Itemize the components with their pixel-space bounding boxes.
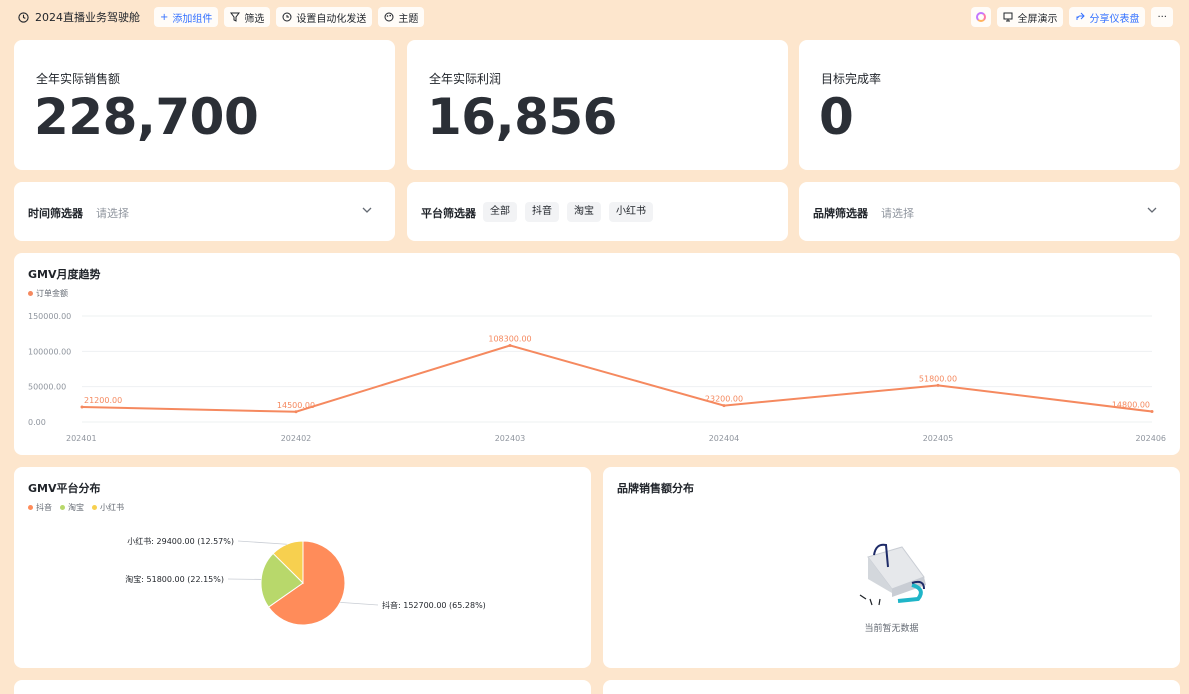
gmv-trend-card: GMV月度趋势 订单金额 0.00 50000.00 100000.00 150000… [14,253,1180,455]
time-filter-select[interactable]: 请选择 [96,205,129,221]
y-tick-label: 50000.00 [28,383,66,392]
filter-button[interactable]: 筛选 [224,7,271,27]
data-point [294,410,298,414]
empty-box-illustration [859,543,926,606]
y-tick-label: 100000.00 [28,347,71,356]
add-widget-button[interactable]: + 添加组件 [154,7,219,27]
kpi-label: 目标完成率 [821,72,882,86]
kpi-label: 全年实际利润 [429,72,502,86]
slice-label: 淘宝: 51800.00 (22.15%) [125,574,224,584]
brand-sales-card: 品牌销售额分布 当前暂无数据 [603,467,1180,668]
kpi-value: 0 [819,88,854,146]
data-label: 14800.00 [1112,401,1150,410]
brand-filter-select[interactable]: 请选择 [881,205,914,221]
data-point [936,383,940,387]
pie-chart: 抖音: 152700.00 (65.28%) 淘宝: 51800.00 (22.1… [125,536,486,626]
fullscreen-button[interactable]: 全屏演示 [997,7,1064,27]
top-toolbar: 2024直播业务驾驶舱 + 添加组件 筛选 设置自动化发送 主题 全屏演示 分享… [0,0,1189,34]
automation-icon [282,12,292,22]
x-tick-label: 202402 [281,434,312,443]
plus-icon: + [160,11,169,23]
automation-label: 设置自动化发送 [296,13,367,25]
share-icon [1076,12,1086,20]
platform-chip-all[interactable]: 全部 [483,202,517,222]
dashboard-title-text: 2024直播业务驾驶舱 [35,11,140,24]
data-label: 108300.00 [488,334,531,343]
label-leader-line [340,602,379,606]
more-icon: ··· [1157,11,1167,23]
brand-filter-card: 品牌筛选器 请选择 [799,182,1180,241]
kpi-card-sales: 全年实际销售额 228,700 [14,40,395,170]
palette-icon [384,12,394,22]
y-tick-label: 150000.00 [28,312,71,321]
chevron-down-icon[interactable] [361,204,373,216]
x-tick-label: 202403 [495,434,526,443]
share-label: 分享仪表盘 [1089,13,1140,25]
platform-chip-douyin[interactable]: 抖音 [525,202,559,222]
share-dashboard-button[interactable]: 分享仪表盘 [1069,7,1146,27]
presentation-icon [1003,12,1013,22]
x-tick-label: 202401 [66,434,97,443]
slice-label: 小红书: 29400.00 (12.57%) [127,536,234,546]
label-leader-line [237,540,287,545]
x-tick-label: 202405 [923,434,954,443]
dashboard-title: 2024直播业务驾驶舱 [18,9,140,25]
clock-icon [18,11,29,23]
line-chart: 0.00 50000.00 100000.00 150000.00 202401 2024… [28,312,1166,443]
kpi-value: 16,856 [427,88,617,146]
y-tick-label: 0.00 [28,418,46,427]
time-filter-label: 时间筛选器 [28,207,83,220]
bottom-card-right [603,680,1180,694]
data-point [1150,410,1154,414]
data-label: 21200.00 [84,396,122,405]
add-widget-label: 添加组件 [172,13,213,25]
platform-chip-group: 全部 抖音 淘宝 小红书 [483,202,653,222]
platform-filter-label: 平台筛选器 [421,207,476,220]
time-filter-card: 时间筛选器 请选择 [14,182,395,241]
automation-button[interactable]: 设置自动化发送 [276,7,373,27]
empty-state-text: 当前暂无数据 [864,624,919,634]
data-label: 51800.00 [919,374,957,383]
platform-filter-card: 平台筛选器 全部 抖音 淘宝 小红书 [407,182,788,241]
slice-label: 抖音: 152700.00 (65.28%) [382,600,486,610]
theme-label: 主题 [398,13,419,25]
kpi-value: 228,700 [34,88,259,146]
platform-chip-xiaohongshu[interactable]: 小红书 [609,202,653,222]
kpi-card-profit: 全年实际利润 16,856 [407,40,788,170]
platform-chip-taobao[interactable]: 淘宝 [567,202,601,222]
filter-icon [230,12,241,22]
data-point [508,343,512,347]
data-point [80,405,84,409]
chart-title: 品牌销售额分布 [617,482,694,495]
kpi-label: 全年实际销售额 [36,72,121,86]
bottom-card-left [14,680,591,694]
series-line [81,344,1153,413]
kpi-card-target: 目标完成率 0 [799,40,1180,170]
data-label: 23200.00 [705,395,743,404]
data-label: 14500.00 [277,401,315,410]
gmv-platform-card: GMV平台分布 抖音 淘宝 小红书 抖音: 152700.00 (65.28%) 淘宝… [14,467,591,668]
x-tick-label: 202406 [1135,434,1166,443]
chevron-down-icon[interactable] [1146,204,1158,216]
fullscreen-label: 全屏演示 [1017,13,1058,25]
data-point [722,404,726,408]
ai-assistant-icon[interactable] [971,7,992,27]
x-tick-label: 202404 [709,434,740,443]
brand-filter-label: 品牌筛选器 [813,207,868,220]
more-button[interactable]: ··· [1151,7,1173,27]
filter-label: 筛选 [244,13,265,25]
theme-button[interactable]: 主题 [378,7,425,27]
